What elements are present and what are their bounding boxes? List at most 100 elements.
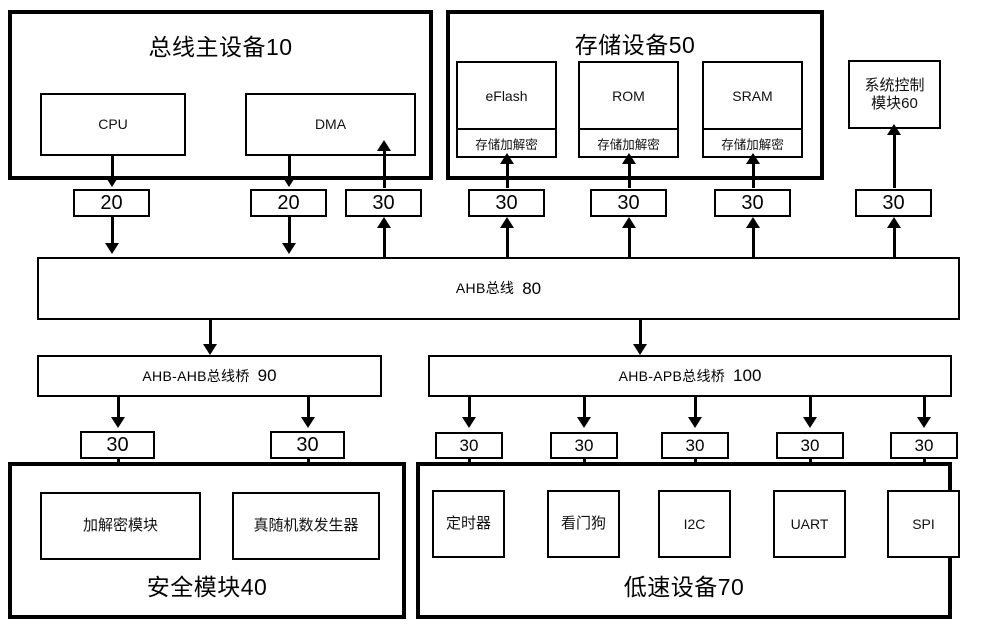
block-sram: SRAM 存储加解密 — [702, 61, 803, 158]
interface-tag-30-trng-value: 30 — [296, 434, 319, 456]
interface-tag-30-timer: 30 — [435, 432, 503, 459]
group-security-title: 安全模块40 — [146, 574, 268, 600]
block-eflash-top: eFlash — [458, 63, 555, 130]
interface-tag-30-sysctrl: 30 — [855, 189, 932, 217]
interface-tag-20-cpu-value: 20 — [100, 192, 123, 214]
interface-tag-30-spi-value: 30 — [914, 436, 934, 455]
arrow-bus-tag30dma — [377, 217, 391, 228]
interface-tag-20-cpu: 20 — [73, 189, 150, 217]
arrow-sram-up — [746, 153, 760, 164]
arrow-dma-down — [282, 176, 296, 187]
block-uart-label: UART — [790, 515, 829, 532]
ahb-bus-number: 80 — [522, 278, 542, 298]
bridge-ahb-apb-name: AHB-APB总线桥 — [618, 367, 726, 384]
arrow-bridge-tag-uart — [803, 417, 817, 428]
interface-tag-30-sysctrl-value: 30 — [882, 192, 905, 214]
block-system-control-line1: 系统控制 — [864, 77, 925, 95]
block-dma-label: DMA — [314, 116, 347, 133]
interface-tag-30-uart: 30 — [776, 432, 844, 459]
arrow-bridge-tag-i2c — [688, 417, 702, 428]
block-system-control: 系统控制 模块60 — [848, 60, 941, 129]
arrow-bridge-tag-sec2 — [301, 417, 315, 428]
interface-tag-30-crypto: 30 — [80, 431, 155, 459]
interface-tag-20-dma-value: 20 — [277, 192, 300, 214]
block-sram-top: SRAM — [704, 63, 801, 130]
bridge-ahb-apb-number: 100 — [733, 366, 762, 386]
block-cpu: CPU — [40, 93, 186, 156]
interface-tag-30-spi: 30 — [890, 432, 958, 459]
block-watchdog: 看门狗 — [547, 490, 620, 558]
wire-bus-bridge-ahb — [209, 320, 212, 346]
arrow-bus-tag30rom — [622, 217, 636, 228]
interface-tag-30-i2c-value: 30 — [685, 436, 705, 455]
group-bus-master-title: 总线主设备10 — [148, 34, 293, 60]
arrow-bus-tag30sysctrl — [887, 217, 901, 228]
interface-tag-30-dma-value: 30 — [372, 192, 395, 214]
arrow-tag20cpu-bus — [105, 243, 119, 254]
interface-tag-30-dma: 30 — [345, 189, 422, 217]
wire-tag20dma-bus — [288, 217, 291, 243]
group-lowspeed-title: 低速设备70 — [623, 574, 745, 600]
interface-tag-30-uart-value: 30 — [800, 436, 820, 455]
arrow-bridge-tag-sec1 — [111, 417, 125, 428]
arrow-bus-tag30eflash — [500, 217, 514, 228]
arrow-dma-up — [377, 140, 391, 151]
block-rom-crypto-label: 存储加解密 — [597, 137, 660, 152]
bridge-ahb-ahb-name: AHB-AHB总线桥 — [142, 367, 250, 384]
block-watchdog-label: 看门狗 — [560, 515, 606, 533]
interface-tag-30-timer-value: 30 — [459, 436, 479, 455]
arrow-bridge-tag-wdog — [577, 417, 591, 428]
ahb-bus: AHB总线 80 — [37, 257, 960, 320]
arrow-bus-tag30sram — [746, 217, 760, 228]
interface-tag-30-rom-value: 30 — [617, 192, 640, 214]
wire-bus-bridge-apb — [639, 320, 642, 346]
block-crypto-module-label: 加解密模块 — [82, 517, 158, 535]
wire-sysctrl-up — [893, 129, 896, 188]
group-storage-title: 存储设备50 — [574, 32, 696, 58]
block-cpu-label: CPU — [98, 116, 128, 133]
block-rom: ROM 存储加解密 — [578, 61, 679, 158]
wire-bridge-tag-wdog — [583, 397, 586, 419]
block-crypto-module: 加解密模块 — [40, 492, 201, 560]
wire-tag20cpu-bus — [111, 217, 114, 243]
block-i2c-label: I2C — [683, 515, 706, 532]
interface-tag-30-i2c: 30 — [661, 432, 729, 459]
arrow-bridge-tag-spi — [917, 417, 931, 428]
block-trng-label: 真随机数发生器 — [253, 517, 359, 535]
interface-tag-30-sram-value: 30 — [741, 192, 764, 214]
block-spi: SPI — [887, 490, 960, 558]
arrow-rom-up — [622, 153, 636, 164]
bridge-ahb-apb: AHB-APB总线桥 100 — [428, 355, 952, 397]
interface-tag-30-watchdog-value: 30 — [574, 436, 594, 455]
block-timer: 定时器 — [432, 490, 505, 558]
wire-bridge-tag-sec2 — [307, 397, 310, 419]
wire-bridge-tag-uart — [809, 397, 812, 419]
interface-tag-30-sram: 30 — [714, 189, 791, 217]
block-sram-crypto-label: 存储加解密 — [721, 137, 784, 152]
interface-tag-30-eflash: 30 — [468, 189, 545, 217]
block-sram-label: SRAM — [732, 87, 773, 104]
block-i2c: I2C — [658, 490, 731, 558]
wire-dma-down — [288, 156, 291, 178]
wire-bridge-tag-spi — [923, 397, 926, 419]
arrow-cpu-down — [105, 176, 119, 187]
bridge-ahb-ahb-number: 90 — [257, 366, 277, 386]
interface-tag-30-rom: 30 — [590, 189, 667, 217]
diagram-canvas: 总线主设备10 CPU DMA 存储设备50 eFlash 存储加解密 ROM … — [0, 0, 1000, 627]
wire-bridge-tag-sec1 — [117, 397, 120, 419]
arrow-bus-bridge-ahb — [203, 344, 217, 355]
arrow-bridge-tag-timer — [462, 417, 476, 428]
block-spi-label: SPI — [912, 515, 935, 532]
wire-cpu-down — [111, 156, 114, 178]
ahb-bus-name: AHB总线 — [455, 280, 515, 297]
interface-tag-30-trng: 30 — [270, 431, 345, 459]
interface-tag-20-dma: 20 — [250, 189, 327, 217]
wire-bridge-tag-timer — [468, 397, 471, 419]
interface-tag-30-eflash-value: 30 — [495, 192, 518, 214]
block-rom-top: ROM — [580, 63, 677, 130]
block-timer-label: 定时器 — [445, 515, 491, 533]
arrow-bus-bridge-apb — [633, 344, 647, 355]
block-trng: 真随机数发生器 — [232, 492, 380, 560]
bridge-ahb-ahb: AHB-AHB总线桥 90 — [37, 355, 382, 397]
block-uart: UART — [773, 490, 846, 558]
